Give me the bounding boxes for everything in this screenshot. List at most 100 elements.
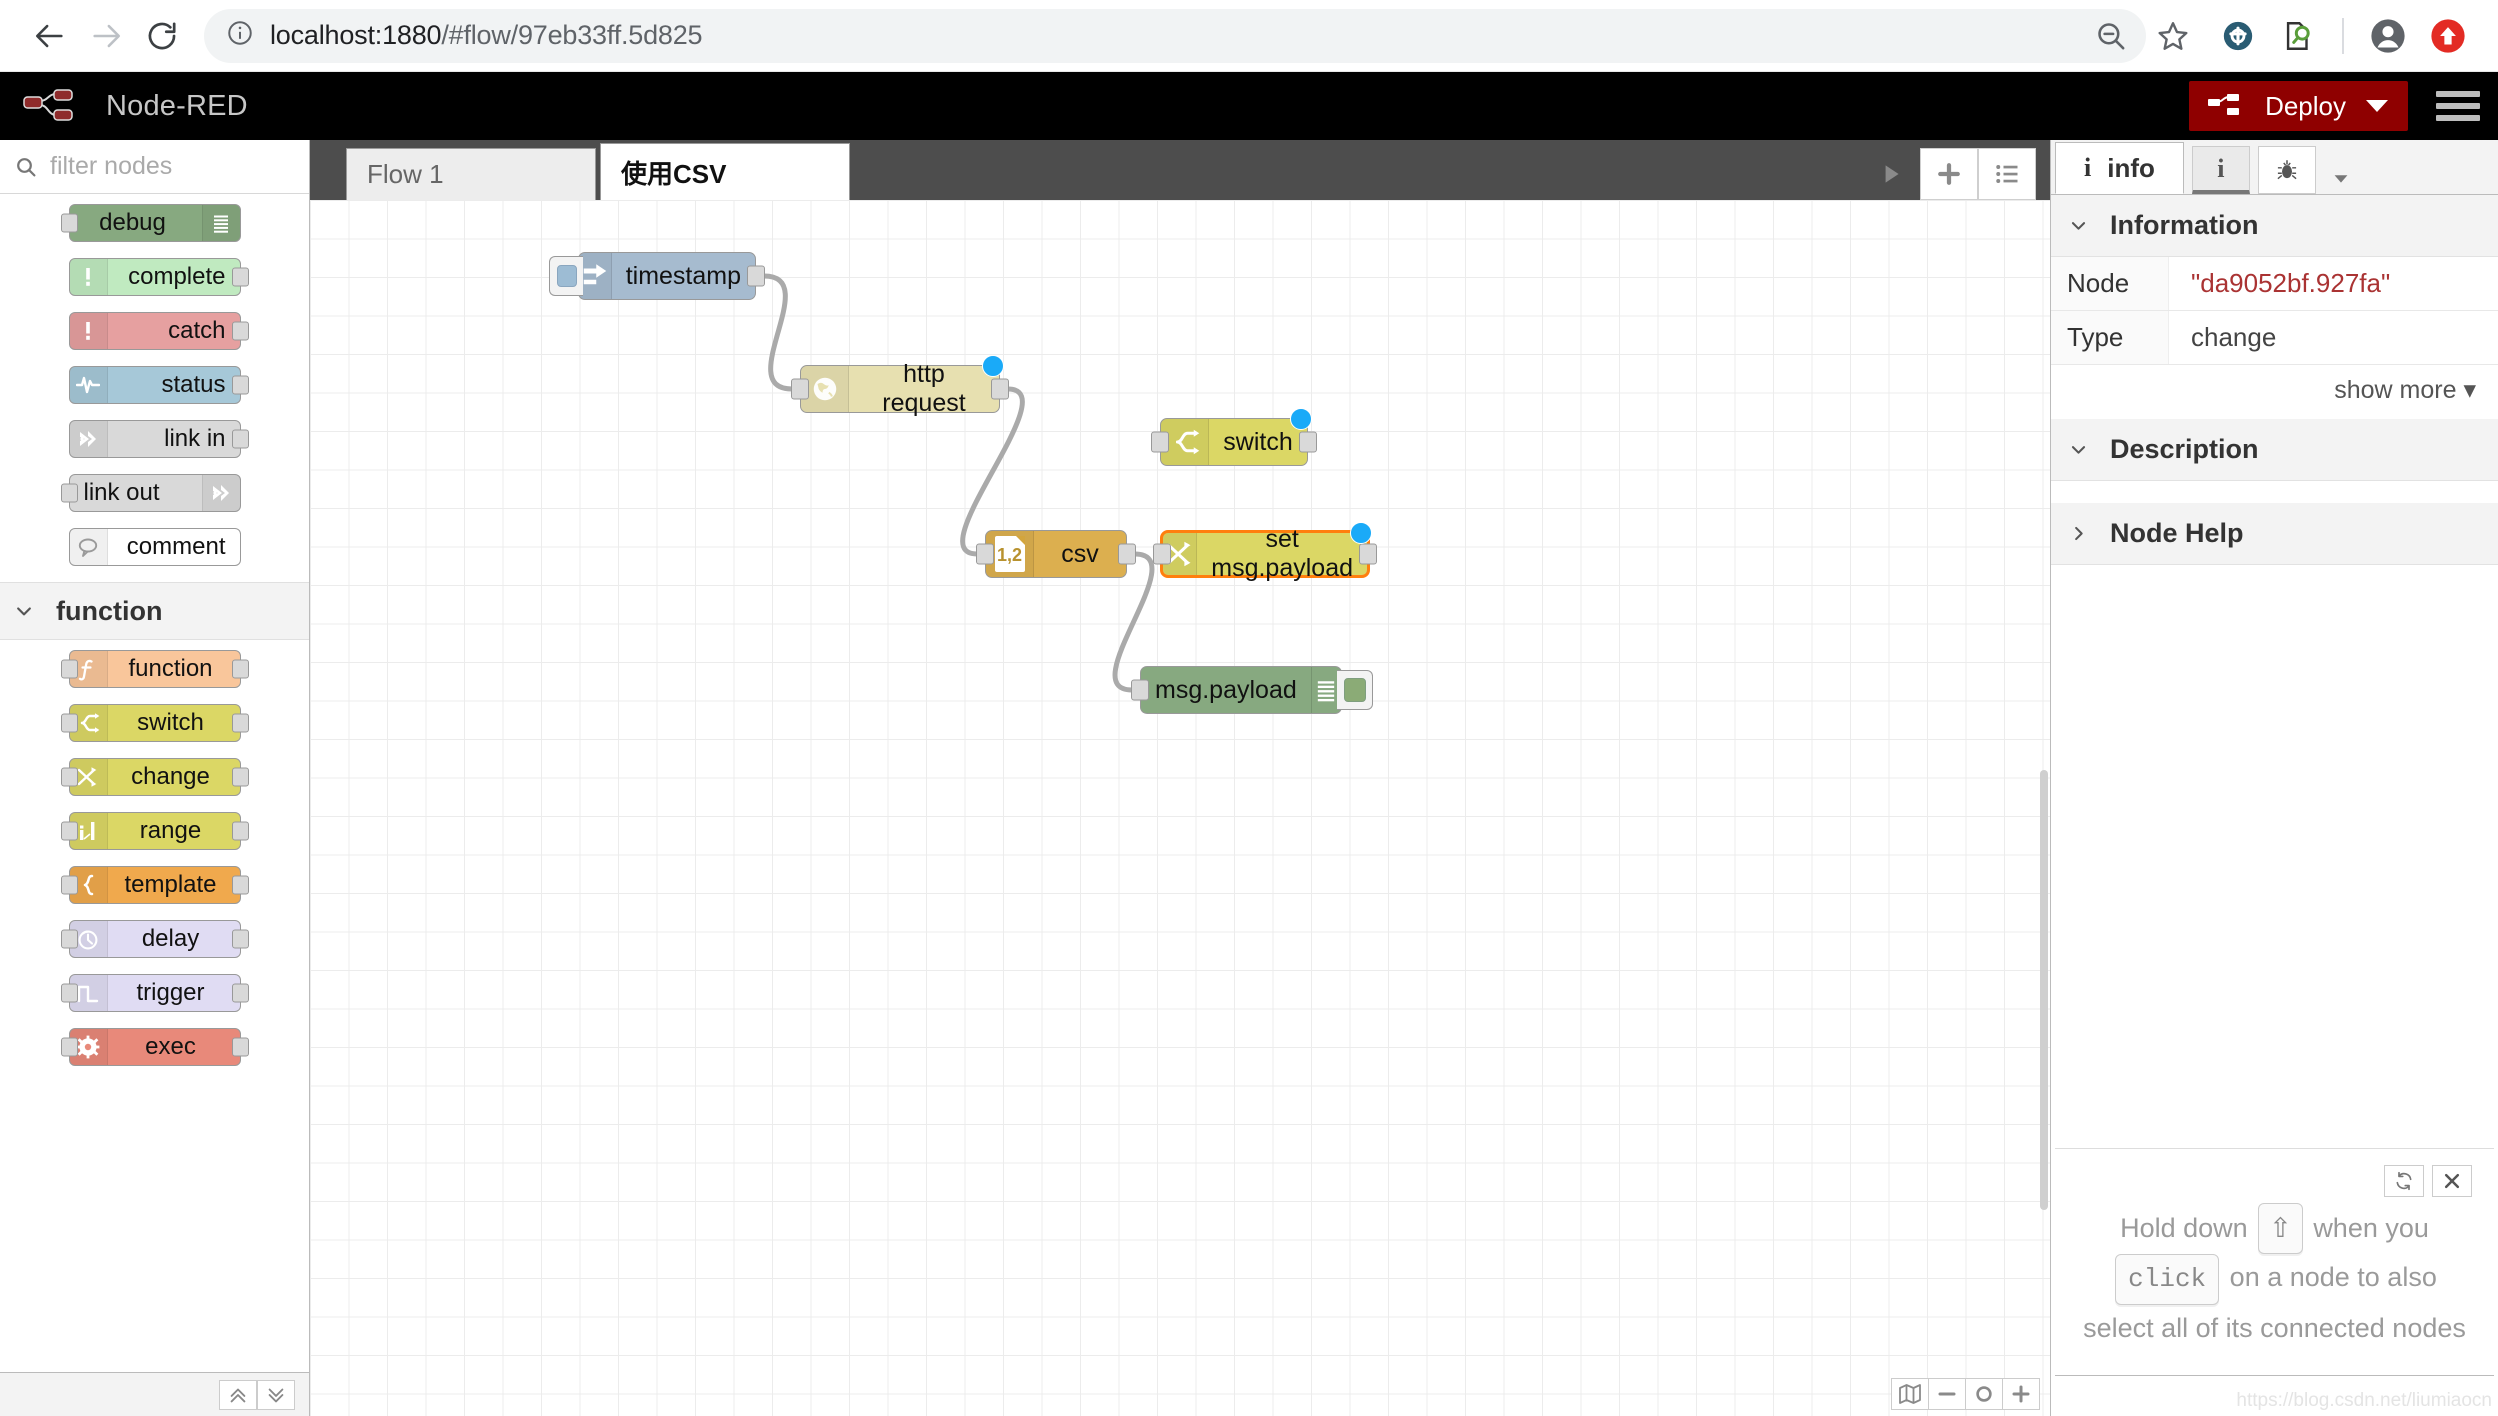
extension-search-page-button[interactable] [2270,8,2326,64]
palette-node-trigger[interactable]: trigger [69,974,241,1012]
browser-forward-button[interactable] [78,8,134,64]
flow-node-port-out[interactable] [1118,544,1136,565]
palette-node-port-out[interactable] [232,430,249,449]
tip-next-button[interactable] [2384,1165,2424,1197]
palette-group-header-function[interactable]: function [0,582,309,640]
palette-node-port-in[interactable] [61,876,78,895]
palette-node-port-out[interactable] [232,322,249,341]
palette-collapse-all-button[interactable] [219,1380,257,1410]
palette-node-port-in[interactable] [61,660,78,679]
flow-node-port-in[interactable] [791,379,809,400]
browser-reload-button[interactable] [134,8,190,64]
flow-scroll-right-button[interactable] [1862,148,1920,200]
extension-e-button[interactable] [2210,8,2266,64]
palette-node-template[interactable]: template [69,866,241,904]
flow-node-inject[interactable]: timestamp [578,252,756,300]
palette-node-port-out[interactable] [232,714,249,733]
palette-node-range[interactable]: range [69,812,241,850]
browser-back-button[interactable] [22,8,78,64]
flow-node-csv[interactable]: 1,2csv [985,530,1127,578]
sidebar-section-node-help[interactable]: Node Help [2051,503,2498,565]
inject-trigger-button[interactable] [549,256,583,296]
zoom-reset-button[interactable] [1965,1378,2003,1410]
palette-node-switch[interactable]: switch [69,704,241,742]
flow-node-port-in[interactable] [1153,544,1171,565]
hamburger-bar [2436,103,2480,109]
palette-node-catch[interactable]: catch [69,312,241,350]
deploy-dropdown-caret-icon[interactable] [2366,100,2388,112]
palette-node-port-in[interactable] [61,484,78,503]
list-flows-button[interactable] [1978,148,2036,200]
palette-node-port-out[interactable] [232,930,249,949]
sidebar-section-description[interactable]: Description [2051,419,2498,481]
flow-node-port-out[interactable] [1299,432,1317,453]
show-more-button[interactable]: show more ▾ [2051,365,2498,419]
palette-node-port-out[interactable] [232,660,249,679]
palette-node-port-in[interactable] [61,930,78,949]
palette-node-change[interactable]: change [69,758,241,796]
flow-wire[interactable] [764,276,792,389]
flow-node-switch[interactable]: switch [1160,418,1308,466]
palette-node-port-out[interactable] [232,1038,249,1057]
flow-canvas[interactable]: timestamp http request switch 1,2csv set msg… [310,200,2050,1416]
site-info-icon[interactable] [226,19,254,52]
zoom-out-button[interactable] [2080,8,2142,64]
palette-node-port-out[interactable] [232,984,249,1003]
palette-search-input[interactable]: filter nodes [50,152,172,181]
flow-node-port-out[interactable] [991,379,1009,400]
sidebar-more-button[interactable] [2330,167,2352,194]
debug-toggle-button[interactable] [1337,670,1373,710]
profile-button[interactable] [2360,8,2416,64]
palette-search[interactable]: filter nodes [0,140,309,194]
flow-node-debug[interactable]: msg.payload [1140,666,1342,714]
zoom-in-button[interactable] [2002,1378,2040,1410]
palette-node-exec[interactable]: exec [69,1028,241,1066]
palette-scroll[interactable]: debug complete catch status link in link out c… [0,194,309,1372]
palette-node-link-in[interactable]: link in [69,420,241,458]
browser-update-button[interactable] [2420,8,2476,64]
palette-expand-all-button[interactable] [257,1380,295,1410]
palette-node-port-in[interactable] [61,822,78,841]
flow-node-port-out[interactable] [747,266,765,287]
palette-node-comment[interactable]: comment [69,528,241,566]
palette-node-delay[interactable]: delay [69,920,241,958]
palette-node-port-in[interactable] [61,214,78,233]
flow-tab-csv[interactable]: 使用CSV [600,143,850,200]
navigator-toggle-button[interactable] [1891,1378,1929,1410]
flow-node-port-in[interactable] [1131,680,1149,701]
palette-node-port-in[interactable] [61,984,78,1003]
palette-node-function[interactable]: function [69,650,241,688]
speech-bubble-icon [70,529,108,565]
palette-node-link-out[interactable]: link out [69,474,241,512]
flow-node-port-in[interactable] [1151,432,1169,453]
palette-node-port-out[interactable] [232,876,249,895]
flow-tab-flow-1[interactable]: Flow 1 [346,148,596,200]
palette-node-port-out[interactable] [232,376,249,395]
sidebar-section-information[interactable]: Information [2051,195,2498,257]
palette-node-port-in[interactable] [61,1038,78,1057]
palette-node-port-out[interactable] [232,768,249,787]
address-bar[interactable]: localhost:1880/#flow/97eb33ff.5d825 [204,9,2146,63]
palette-node-port-in[interactable] [61,714,78,733]
sidebar-tab-info[interactable]: i info [2055,142,2184,194]
flow-node-change[interactable]: set msg.payload [1160,530,1370,578]
zoom-out-button[interactable] [1928,1378,1966,1410]
sidebar-info-button[interactable]: i [2192,146,2250,194]
palette-node-complete[interactable]: complete [69,258,241,296]
sidebar-debug-button[interactable] [2258,146,2316,194]
tip-close-button[interactable] [2432,1165,2472,1197]
palette-node-port-in[interactable] [61,768,78,787]
palette-node-port-out[interactable] [232,268,249,287]
sidebar-section-label: Information [2110,210,2259,241]
palette-node-port-out[interactable] [232,822,249,841]
palette-node-debug[interactable]: debug [69,204,241,242]
canvas-vertical-scrollbar[interactable] [2040,770,2048,1210]
palette-node-status[interactable]: status [69,366,241,404]
main-menu-button[interactable] [2436,91,2480,121]
bookmark-button[interactable] [2142,8,2204,64]
add-flow-button[interactable] [1920,148,1978,200]
flow-node-http[interactable]: http request [800,365,1000,413]
deploy-button[interactable]: Deploy [2189,81,2408,131]
flow-node-port-out[interactable] [1359,544,1377,565]
flow-node-port-in[interactable] [976,544,994,565]
